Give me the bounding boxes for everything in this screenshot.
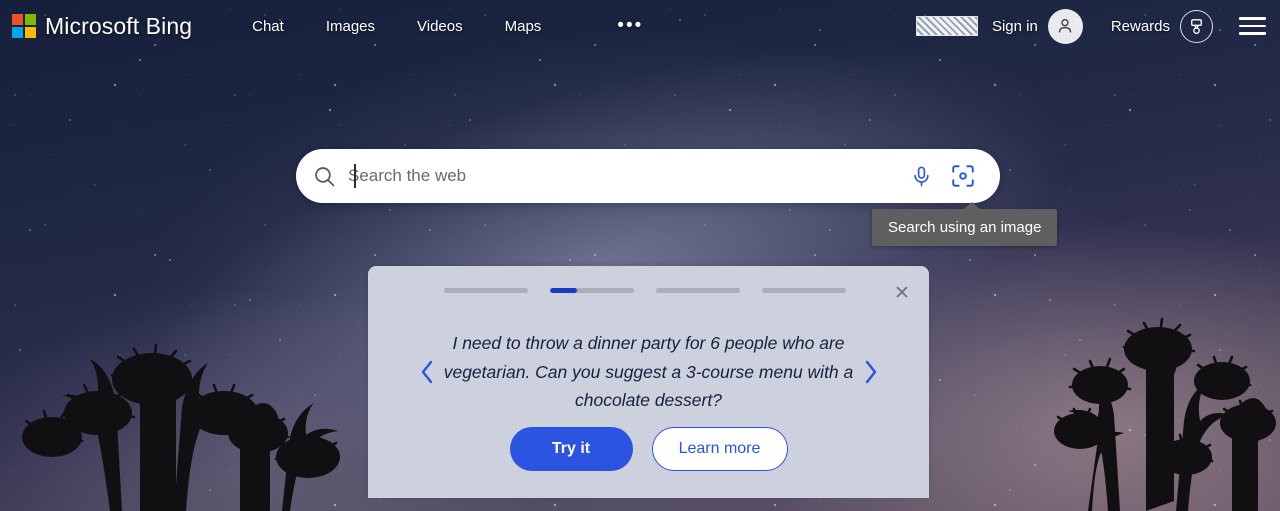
progress-segment-3[interactable] (656, 288, 740, 293)
nav-item-maps[interactable]: Maps (505, 18, 542, 35)
try-it-button[interactable]: Try it (509, 427, 633, 471)
nav-overflow-ellipsis-icon[interactable]: ••• (617, 16, 643, 35)
nav-item-chat[interactable]: Chat (252, 18, 284, 35)
visual-search-camera-icon[interactable] (944, 157, 982, 195)
medal-icon[interactable] (1180, 9, 1213, 43)
top-navigation-bar: Microsoft Bing Chat Images Videos Maps •… (0, 0, 1280, 52)
joshua-tree-silhouette-right (1036, 281, 1280, 511)
rewards-link[interactable]: Rewards (1111, 18, 1170, 35)
prompt-carousel-card: ✕ I need to throw a dinner party for 6 p… (368, 266, 929, 498)
primary-nav: Chat Images Videos Maps ••• (252, 16, 643, 35)
microsoft-squares-icon (12, 14, 36, 38)
header-right-group: Sign in Rewards (915, 8, 1280, 44)
bing-logo-link[interactable]: Microsoft Bing (12, 13, 192, 40)
avatar[interactable] (1047, 8, 1083, 44)
nav-item-images[interactable]: Images (326, 18, 375, 35)
progress-segment-2[interactable] (550, 288, 634, 293)
microphone-icon[interactable] (904, 159, 938, 193)
visual-search-tooltip: Search using an image (872, 202, 1058, 246)
chevron-right-icon[interactable] (854, 358, 888, 386)
sign-in-link[interactable]: Sign in (992, 18, 1038, 35)
nav-item-videos[interactable]: Videos (417, 18, 463, 35)
search-bar[interactable] (296, 149, 1000, 203)
search-input[interactable] (348, 166, 904, 186)
carousel-progress (444, 288, 846, 293)
person-icon (1059, 18, 1072, 33)
brand-title: Microsoft Bing (45, 12, 193, 39)
close-icon[interactable]: ✕ (891, 282, 913, 304)
hatched-placeholder (915, 16, 978, 36)
progress-segment-4[interactable] (762, 288, 846, 293)
hamburger-menu-icon[interactable] (1239, 17, 1266, 35)
prompt-text: I need to throw a dinner party for 6 peo… (443, 333, 854, 411)
prompt-area: I need to throw a dinner party for 6 peo… (368, 318, 929, 426)
learn-more-button[interactable]: Learn more (651, 427, 788, 471)
magnifier-icon[interactable] (312, 164, 337, 189)
bing-homepage: Microsoft Bing Chat Images Videos Maps •… (0, 0, 1280, 511)
card-actions: Try it Learn more (368, 427, 929, 471)
text-cursor (354, 164, 356, 188)
chevron-left-icon[interactable] (410, 358, 444, 386)
progress-segment-1[interactable] (444, 288, 528, 293)
joshua-tree-silhouette-left (0, 261, 390, 511)
